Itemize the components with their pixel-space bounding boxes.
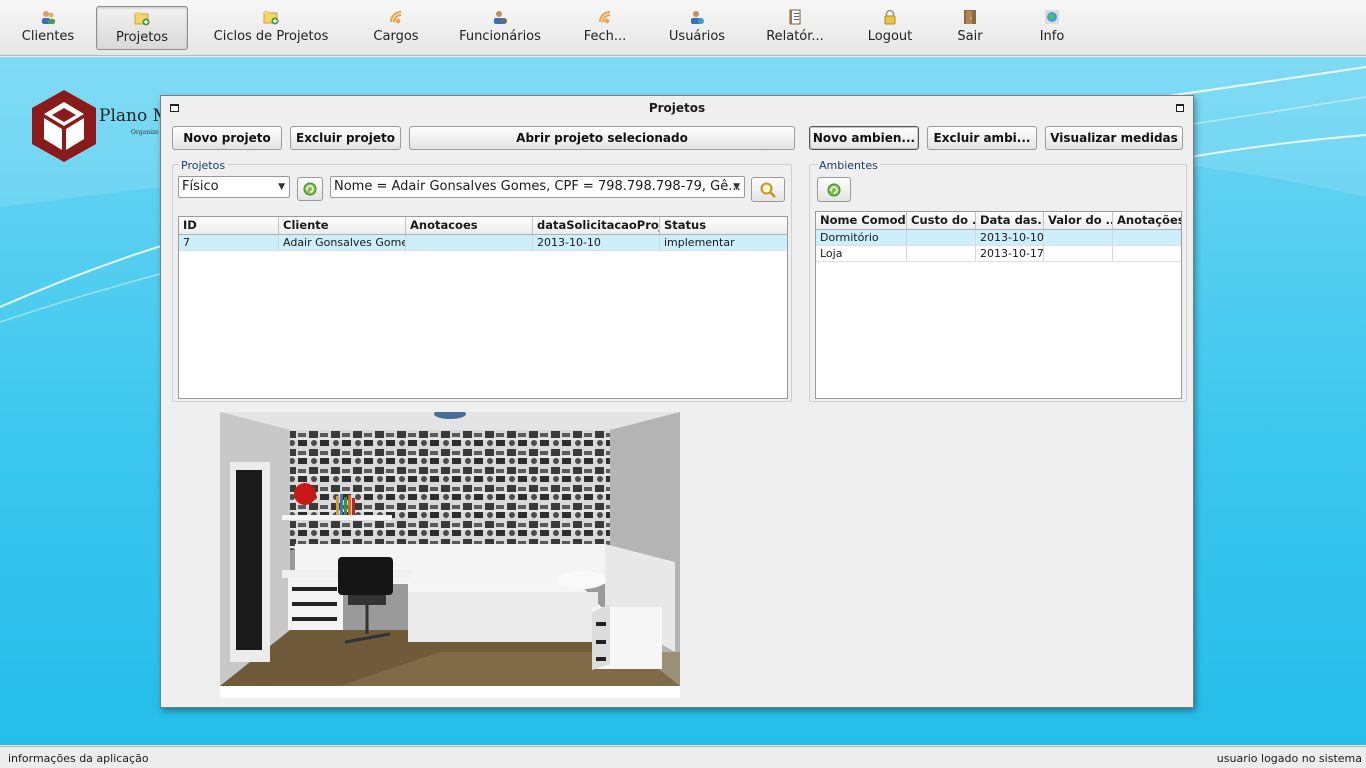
column-header[interactable]: Custo do ...: [907, 212, 976, 229]
table-cell: [907, 230, 976, 245]
status-bar: informações da aplicação usuario logado …: [0, 746, 1366, 768]
logo-cube-icon: [32, 90, 96, 162]
column-header[interactable]: Cliente: [279, 217, 406, 234]
toolbar-usuarios-label: Usuários: [668, 29, 726, 44]
toolbar-ciclos-label: Ciclos de Projetos: [213, 29, 329, 44]
refresh-icon: [827, 183, 841, 196]
projects-table[interactable]: ID Cliente Anotacoes dataSolicitacaoProj…: [178, 216, 788, 399]
toolbar-clientes-button[interactable]: Clientes: [14, 6, 82, 50]
table-cell: [1113, 230, 1181, 245]
column-header[interactable]: Anotacoes: [406, 217, 533, 234]
delete-project-button[interactable]: Excluir projeto: [290, 126, 401, 150]
table-cell: [1044, 246, 1113, 261]
chevron-down-icon: ▼: [733, 182, 740, 192]
chevron-down-icon: ▼: [278, 182, 285, 192]
toolbar-projetos-label: Projetos: [115, 30, 169, 45]
toolbar-relatorios-label: Relatór...: [766, 29, 824, 44]
table-cell: implementar: [664, 236, 735, 249]
table-cell: 7: [179, 235, 279, 250]
toolbar-usuarios-button[interactable]: Usuários: [664, 6, 730, 50]
table-cell: [1044, 230, 1113, 245]
column-header[interactable]: dataSolicitacaoProj...: [533, 217, 660, 234]
users-icon: [42, 11, 55, 24]
projects-group-label: Projetos: [179, 159, 228, 172]
refresh-icon: [303, 182, 317, 196]
table-cell: [1113, 246, 1181, 261]
toolbar-logout-label: Logout: [867, 29, 913, 44]
rss-icon: [599, 11, 611, 24]
rss-icon: [390, 11, 402, 24]
toolbar-clientes-label: Clientes: [21, 29, 75, 44]
toolbar-cargos-label: Cargos: [373, 29, 419, 44]
toolbar-cargos-button[interactable]: Cargos: [360, 6, 432, 50]
toolbar-funcionarios-label: Funcionários: [459, 29, 541, 44]
main-toolbar: Clientes Projetos Ciclos de Projetos Car…: [0, 0, 1366, 56]
folder-add-icon: [263, 11, 279, 25]
column-header[interactable]: ID: [179, 217, 279, 234]
table-cell: [907, 246, 976, 261]
table-cell: Adair Gonsalves Gomes: [279, 235, 406, 250]
toolbar-fech-label: Fech...: [583, 29, 627, 44]
project-type-value: Físico: [182, 179, 219, 194]
delete-room-button[interactable]: Excluir ambi...: [927, 126, 1037, 150]
new-project-button[interactable]: Novo projeto: [172, 126, 282, 150]
column-header[interactable]: Anotações: [1113, 212, 1181, 229]
window-title: Projetos: [648, 101, 706, 115]
search-icon: [760, 182, 776, 198]
toolbar-funcionarios-button[interactable]: Funcionários: [452, 6, 548, 50]
toolbar-fech-button[interactable]: Fech...: [570, 6, 640, 50]
projects-table-header: ID Cliente Anotacoes dataSolicitacaoProj…: [179, 217, 787, 235]
table-cell: 2013-10-10: [533, 235, 660, 250]
table-cell: 2013-10-17: [976, 246, 1044, 261]
refresh-rooms-button[interactable]: [817, 177, 851, 202]
column-header[interactable]: Nome Comodo: [816, 212, 907, 229]
table-row[interactable]: 7 Adair Gonsalves Gomes 2013-10-10 imple…: [179, 235, 787, 251]
toolbar-projetos-button[interactable]: Projetos: [96, 6, 188, 50]
open-project-button[interactable]: Abrir projeto selecionado: [409, 126, 795, 150]
new-room-button[interactable]: Novo ambien...: [809, 126, 919, 150]
toolbar-sair-label: Sair: [957, 29, 983, 44]
view-measures-button[interactable]: Visualizar medidas: [1045, 126, 1183, 150]
folder-add-icon: [134, 12, 150, 26]
logo-subtitle: Organize: [131, 129, 159, 136]
table-cell: 2013-10-10: [976, 230, 1044, 245]
user-icon: [691, 11, 704, 24]
rooms-table-header: Nome Comodo Custo do ... Data das... Val…: [816, 212, 1181, 230]
status-app-info: informações da aplicação: [8, 752, 149, 765]
bedroom-render: [220, 409, 680, 686]
column-header[interactable]: Valor do ...: [1044, 212, 1113, 229]
toolbar-sair-button[interactable]: Sair: [944, 6, 996, 50]
toolbar-logout-button[interactable]: Logout: [856, 6, 924, 50]
window-maximize-icon[interactable]: [1176, 104, 1184, 112]
table-row[interactable]: Dormitório 2013-10-10: [816, 230, 1181, 246]
table-row[interactable]: Loja 2013-10-17: [816, 246, 1181, 262]
project-preview-image: [220, 409, 680, 698]
rooms-group-label: Ambientes: [817, 159, 880, 172]
table-cell: Loja: [816, 246, 907, 261]
rooms-table[interactable]: Nome Comodo Custo do ... Data das... Val…: [815, 211, 1182, 399]
refresh-projects-button[interactable]: [297, 177, 323, 201]
toolbar-info-button[interactable]: Info: [1026, 6, 1078, 50]
info-globe-icon: [1045, 10, 1059, 24]
table-cell: [406, 235, 533, 250]
user-icon: [494, 11, 507, 24]
column-header[interactable]: Status: [660, 217, 787, 234]
column-header[interactable]: Data das...: [976, 212, 1044, 229]
status-logged-user: usuario logado no sistema: [1216, 752, 1362, 765]
toolbar-relatorios-button[interactable]: Relatór...: [758, 6, 832, 50]
lock-icon: [884, 9, 896, 25]
project-filter-select[interactable]: Nome = Adair Gonsalves Gomes, CPF = 798.…: [330, 176, 745, 198]
toolbar-ciclos-button[interactable]: Ciclos de Projetos: [206, 6, 336, 50]
project-filter-value: Nome = Adair Gonsalves Gomes, CPF = 798.…: [334, 179, 741, 194]
toolbar-info-label: Info: [1039, 29, 1065, 44]
project-type-select[interactable]: Físico ▼: [178, 176, 290, 198]
door-exit-icon: [964, 10, 976, 24]
report-icon: [789, 9, 801, 25]
search-projects-button[interactable]: [751, 177, 785, 202]
table-cell: Dormitório: [816, 230, 907, 245]
projects-window: Projetos Novo projeto Excluir projeto Ab…: [160, 95, 1194, 708]
